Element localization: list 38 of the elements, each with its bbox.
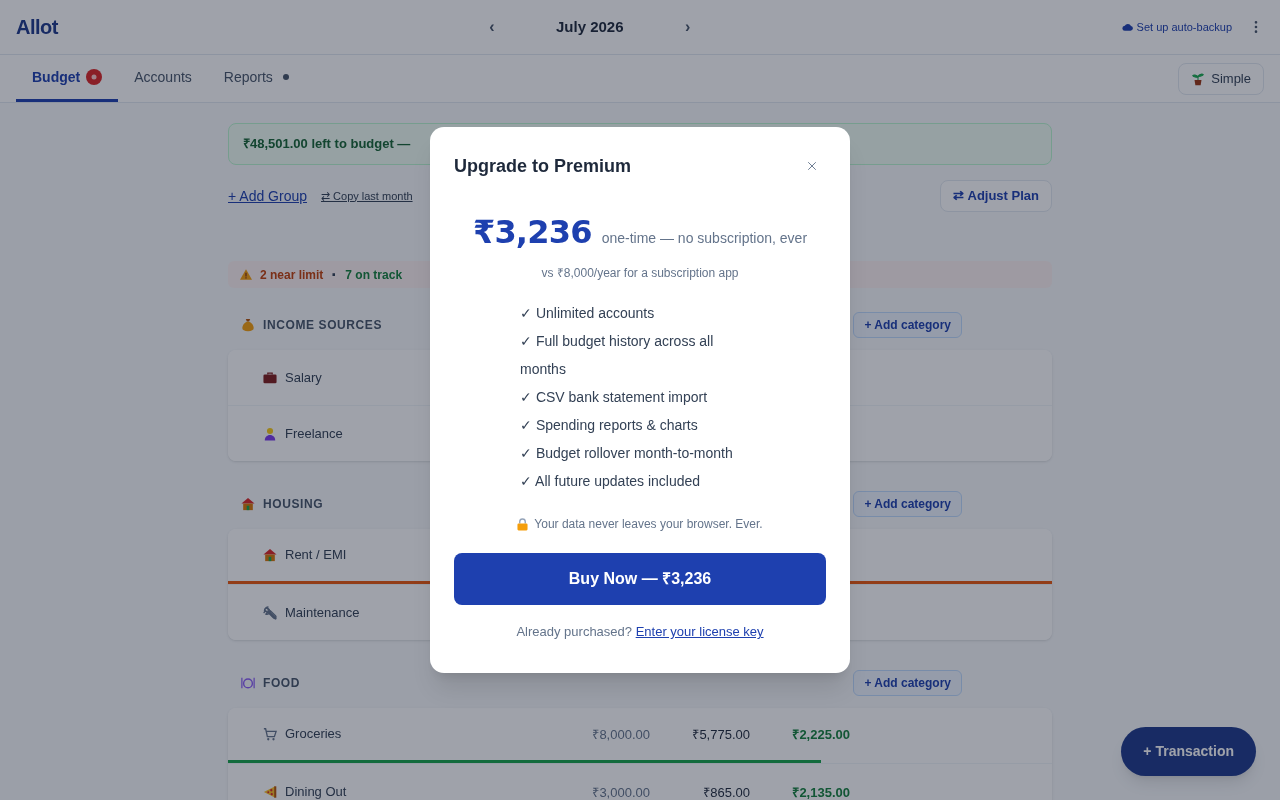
left-to-budget-text: ₹48,501.00 left to budget — [243,135,411,154]
category-name: Salary [285,368,322,387]
simple-mode-label: Simple [1211,69,1251,88]
category-name: Rent / EMI [285,546,347,565]
price-note: one-time — no subscription, ever [601,229,808,249]
feature-item: ✓ Spending reports & charts [520,416,699,436]
near-limit-count: 2 near limit [260,266,324,284]
group-title: FOOD [263,675,301,692]
spent-amount: ₹5,775.00 [692,727,750,742]
category-name: Groceries [285,725,342,744]
category-name: Dining Out [285,782,347,800]
tab-label: Budget [32,67,81,87]
price: ₹3,236 [472,216,592,249]
category-name: Freelance [285,424,343,443]
feature-item: ✓ Budget rollover month-to-month [520,444,734,464]
tab-label: Accounts [134,67,192,87]
tab-label: Reports [223,67,273,87]
feature-item: ✓ All future updates included [520,472,702,492]
feature-item: ✓ CSV bank statement import [520,388,709,408]
category-name: Maintenance [285,603,360,622]
price-comparison: vs ₹8,000/year for a subscription app [540,265,740,283]
feature-item: ✓ Full budget history across all months [520,332,715,380]
separator-dot: · [331,265,338,284]
license-prompt: Already purchased? Enter your license key [515,623,765,642]
dialog-title: Upgrade to Premium [454,154,632,178]
privacy-note: Your data never leaves your browser. Ever. [534,516,763,534]
remaining-amount: ₹2,135.00 [792,784,850,800]
app-logo: Allot [16,15,58,40]
month-title: July 2026 [556,16,624,37]
spent-amount: ₹865.00 [703,784,750,800]
group-title: HOUSING [263,496,324,513]
on-track-count: 7 on track [345,266,403,284]
group-title: INCOME SOURCES [263,317,383,334]
feature-item: ✓ Unlimited accounts [520,304,656,324]
budgeted-amount: ₹8,000.00 [592,727,650,742]
auto-backup-label: Set up auto-backup [1136,19,1232,35]
budgeted-amount: ₹3,000.00 [592,784,650,800]
remaining-amount: ₹2,225.00 [792,727,850,742]
